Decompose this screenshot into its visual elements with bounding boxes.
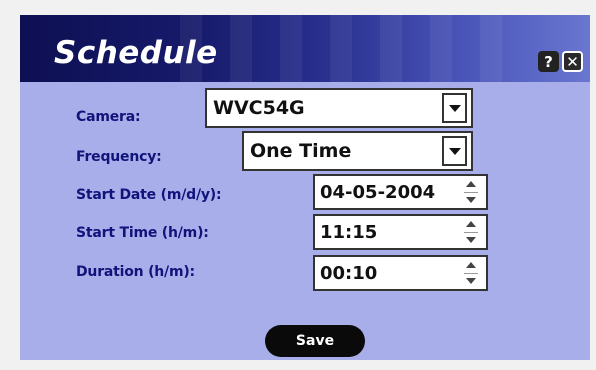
start-date-value: 04-05-2004 [320,181,436,203]
help-icon: ? [544,52,553,71]
decrement-icon[interactable] [466,197,476,203]
decrement-icon[interactable] [466,278,476,284]
start-time-label: Start Time (h/m): [76,225,209,241]
chevron-down-icon [448,147,461,155]
help-button[interactable]: ? [538,51,559,72]
duration-value: 00:10 [320,262,378,284]
decrement-icon[interactable] [466,237,476,243]
start-date-label: Start Date (m/d/y): [76,187,222,203]
start-time-stepper[interactable]: 11:15 [313,214,488,250]
title-bar: Schedule ? ✕ [20,15,590,82]
camera-dropdown-button[interactable] [442,93,467,123]
camera-value: WVC54G [213,97,305,119]
duration-stepper[interactable]: 00:10 [313,255,488,291]
start-date-stepper[interactable]: 04-05-2004 [313,174,488,210]
camera-label: Camera: [76,109,141,125]
frequency-label: Frequency: [76,149,162,165]
close-icon: ✕ [566,52,579,71]
save-button[interactable]: Save [265,325,365,357]
frequency-value: One Time [250,140,352,162]
close-button[interactable]: ✕ [562,51,583,72]
duration-label: Duration (h/m): [76,264,195,280]
increment-icon[interactable] [466,221,476,227]
camera-select[interactable]: WVC54G [205,88,473,128]
start-time-value: 11:15 [320,221,378,243]
dialog-title: Schedule [54,35,218,71]
increment-icon[interactable] [466,262,476,268]
frequency-dropdown-button[interactable] [442,136,467,166]
chevron-down-icon [448,104,461,112]
increment-icon[interactable] [466,181,476,187]
frequency-select[interactable]: One Time [242,131,473,171]
schedule-dialog: Schedule ? ✕ Camera: WVC54G Frequency: O… [20,15,590,360]
